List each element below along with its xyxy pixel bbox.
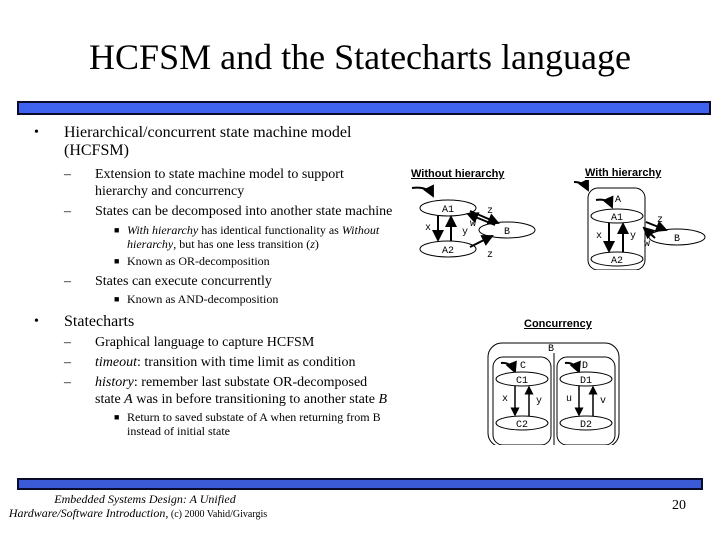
superstate-a-label: A bbox=[615, 195, 621, 206]
footer-divider-bar bbox=[17, 478, 703, 490]
text: Return to saved substate of A when retur… bbox=[127, 410, 381, 424]
bullet-dot: • bbox=[34, 314, 39, 329]
square-marker: ■ bbox=[114, 294, 120, 304]
sub-sub-bullet-with-hierarchy: With hierarchy has identical functionali… bbox=[127, 223, 397, 251]
text: : remember last substate OR-decomposed bbox=[133, 375, 368, 390]
square-marker: ■ bbox=[114, 412, 120, 422]
state-d1-label: D1 bbox=[580, 376, 592, 387]
text: ) bbox=[314, 237, 319, 251]
state-d2-label: D2 bbox=[580, 420, 592, 431]
with-hierarchy-diagram: A A1 A2 B x y z w bbox=[573, 180, 706, 270]
transition-x: x bbox=[425, 223, 431, 234]
bullet-hcfsm: Hierarchical/concurrent state machine mo… bbox=[64, 124, 351, 160]
square-marker: ■ bbox=[114, 256, 120, 266]
transition-z: z bbox=[487, 206, 493, 217]
sub-bullet-graphical: Graphical language to capture HCFSM bbox=[95, 335, 315, 350]
italic-text: With hierarchy bbox=[127, 223, 199, 237]
state-a1-label: A1 bbox=[611, 213, 623, 224]
state-a1-label: A1 bbox=[442, 205, 454, 216]
dash-marker: – bbox=[64, 335, 71, 350]
text: has identical functionality as bbox=[198, 223, 342, 237]
sub-bullet-extension: Extension to state machine model to supp… bbox=[95, 166, 344, 200]
state-b-label: B bbox=[504, 227, 510, 238]
transition-y: y bbox=[630, 231, 636, 242]
transition-z: z bbox=[657, 215, 663, 226]
transition-y: y bbox=[536, 396, 542, 407]
text: : transition with time limit as conditio… bbox=[137, 355, 356, 370]
footer-citation: Embedded Systems Design: A Unified Hardw… bbox=[9, 492, 270, 522]
sub-bullet-decomposed: States can be decomposed into another st… bbox=[95, 204, 393, 219]
transition-y: y bbox=[462, 227, 468, 238]
state-a2-label: A2 bbox=[442, 246, 454, 257]
sub-sub-bullet-and-decomposition: Known as AND-decomposition bbox=[127, 292, 279, 306]
region-c-label: C bbox=[520, 361, 526, 372]
italic-text: A bbox=[124, 392, 133, 407]
italic-text: timeout bbox=[95, 355, 137, 370]
transition-u: u bbox=[566, 394, 572, 405]
italic-text: B bbox=[378, 392, 387, 407]
transition-v: v bbox=[600, 396, 606, 407]
sub-bullet-text: hierarchy and concurrency bbox=[95, 184, 245, 199]
dash-marker: – bbox=[64, 355, 71, 370]
superstate-b-label: B bbox=[548, 344, 554, 355]
state-b-label: B bbox=[674, 234, 680, 245]
state-c2-label: C2 bbox=[516, 420, 528, 431]
footer-copyright: (c) 2000 Vahid/Givargis bbox=[168, 509, 268, 520]
bullet-statecharts: Statecharts bbox=[64, 313, 135, 330]
text: , but has one less transition ( bbox=[173, 237, 311, 251]
footer-line1: Embedded Systems Design: A Unified bbox=[54, 492, 236, 506]
bullet-dot: • bbox=[34, 125, 39, 140]
with-hierarchy-label: With hierarchy bbox=[585, 167, 662, 179]
sub-bullet-history: history: remember last substate OR-decom… bbox=[95, 374, 387, 408]
text: state bbox=[95, 392, 125, 407]
sub-sub-bullet-return: Return to saved substate of A when retur… bbox=[127, 410, 381, 438]
slide-title: HCFSM and the Statecharts language bbox=[89, 37, 631, 77]
dash-marker: – bbox=[64, 274, 71, 289]
footer-book-title: Hardware/Software Introduction, bbox=[8, 506, 169, 520]
dash-marker: – bbox=[64, 375, 71, 390]
sub-bullet-timeout: timeout: transition with time limit as c… bbox=[95, 354, 356, 371]
sub-bullet-concurrent: States can execute concurrently bbox=[95, 274, 272, 289]
sub-sub-bullet-or-decomposition: Known as OR-decomposition bbox=[127, 254, 270, 268]
italic-text: Without bbox=[341, 223, 380, 237]
without-hierarchy-diagram: A1 A2 B x y z w z bbox=[411, 184, 536, 261]
dash-marker: – bbox=[64, 167, 71, 182]
dash-marker: – bbox=[64, 204, 71, 219]
transition-x: x bbox=[502, 394, 508, 405]
text: instead of initial state bbox=[127, 424, 230, 438]
page-number: 20 bbox=[672, 498, 686, 513]
bullet-text: (HCFSM) bbox=[64, 142, 129, 159]
state-a2-label: A2 bbox=[611, 256, 623, 267]
region-d-label: D bbox=[582, 361, 588, 372]
square-marker: ■ bbox=[114, 225, 120, 235]
italic-text: hierarchy bbox=[127, 237, 174, 251]
sub-bullet-text: Extension to state machine model to supp… bbox=[95, 167, 344, 182]
initial-arrow bbox=[411, 184, 434, 198]
transition-w: w bbox=[470, 219, 476, 230]
transition-w: w bbox=[644, 239, 650, 250]
bullet-text: Hierarchical/concurrent state machine mo… bbox=[64, 124, 352, 141]
text: was in before transitioning to another s… bbox=[132, 392, 379, 407]
transition-x: x bbox=[596, 231, 602, 242]
state-c1-label: C1 bbox=[516, 376, 528, 387]
without-hierarchy-label: Without hierarchy bbox=[411, 168, 505, 180]
concurrency-diagram: B C C1 C2 x y D D1 D2 u v bbox=[487, 342, 620, 445]
concurrency-label: Concurrency bbox=[524, 318, 592, 330]
transition-z2: z bbox=[487, 250, 493, 261]
title-divider-bar bbox=[17, 101, 711, 115]
italic-text: history bbox=[95, 375, 134, 390]
